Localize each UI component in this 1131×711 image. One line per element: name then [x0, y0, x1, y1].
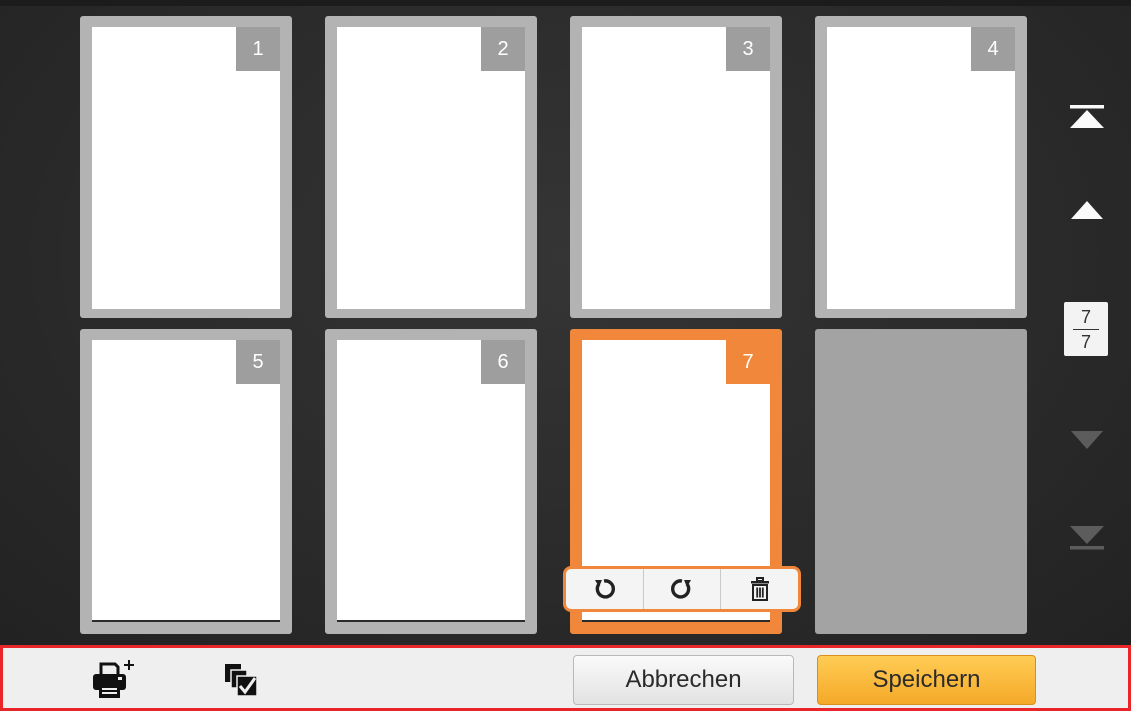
last-page-icon: [1070, 526, 1104, 550]
page-up-button[interactable]: [1064, 190, 1110, 230]
page-thumbnail[interactable]: 3: [570, 16, 782, 318]
fraction-divider: [1073, 328, 1099, 330]
rotate-left-icon: [595, 579, 616, 599]
page-number: 7: [726, 340, 770, 384]
page-thumbnail[interactable]: 6: [325, 329, 537, 634]
add-scan-icon: [93, 660, 134, 698]
page-thumbnail[interactable]: 2: [325, 16, 537, 318]
page-thumbnail[interactable]: 1: [80, 16, 292, 318]
page-action-toolbar: [563, 566, 801, 612]
page-grid-area: 1 2 3 4 5 6 7 7 7: [0, 0, 1131, 645]
last-page-button[interactable]: [1064, 518, 1110, 558]
first-page-icon: [1070, 105, 1104, 128]
rotate-left-button[interactable]: [566, 569, 643, 609]
trash-icon: [750, 577, 769, 601]
select-pages-icon: [225, 664, 258, 697]
page-down-button[interactable]: [1064, 420, 1110, 460]
page-number: 5: [236, 340, 280, 384]
page-counter: 7 7: [1064, 302, 1108, 356]
page-thumbnail[interactable]: 4: [815, 16, 1027, 318]
page-number: 3: [726, 27, 770, 71]
page-down-icon: [1071, 431, 1103, 449]
rotate-right-icon: [670, 579, 691, 599]
page-number: 4: [971, 27, 1015, 71]
add-scan-button[interactable]: [91, 660, 135, 700]
page-number: 1: [236, 27, 280, 71]
first-page-button[interactable]: [1064, 96, 1110, 136]
page-number: 2: [481, 27, 525, 71]
cancel-button[interactable]: Abbrechen: [573, 655, 794, 705]
empty-page-slot: [815, 329, 1027, 634]
current-page: 7: [1080, 306, 1091, 327]
save-button[interactable]: Speichern: [817, 655, 1036, 705]
bottom-action-bar: Abbrechen Speichern: [0, 645, 1131, 711]
select-pages-button[interactable]: [219, 660, 263, 700]
delete-page-button[interactable]: [720, 569, 798, 609]
total-pages: 7: [1080, 331, 1091, 352]
page-number: 6: [481, 340, 525, 384]
page-up-icon: [1071, 201, 1103, 219]
page-thumbnail[interactable]: 5: [80, 329, 292, 634]
rotate-right-button[interactable]: [642, 569, 721, 609]
